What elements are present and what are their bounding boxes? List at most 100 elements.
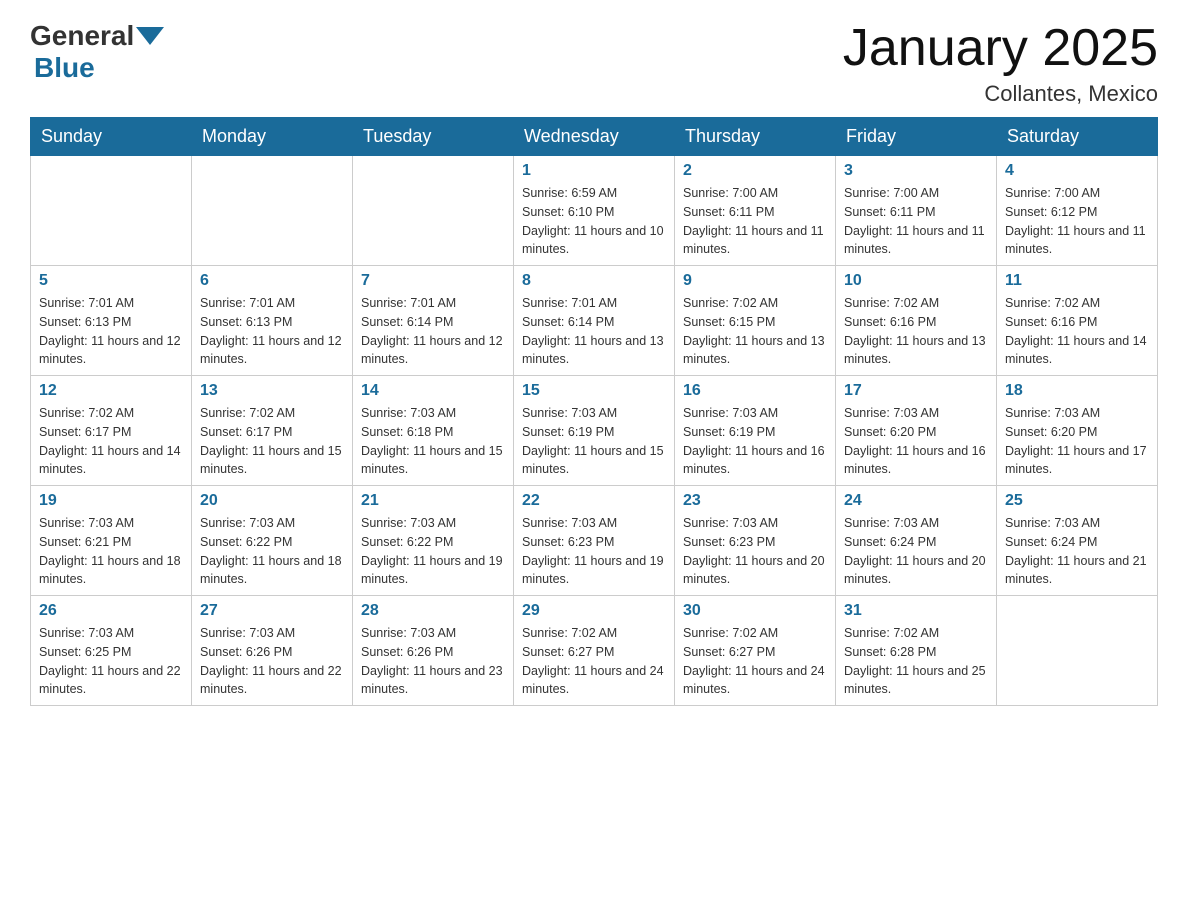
calendar-cell: 16 Sunrise: 7:03 AMSunset: 6:19 PMDayligh…: [675, 376, 836, 486]
cell-day-number: 31: [844, 602, 988, 620]
cell-day-number: 23: [683, 492, 827, 510]
calendar-cell: 4 Sunrise: 7:00 AMSunset: 6:12 PMDaylight…: [997, 156, 1158, 266]
cell-day-number: 25: [1005, 492, 1149, 510]
logo-general-text: General: [30, 20, 134, 52]
logo: General Blue: [30, 20, 166, 84]
calendar-cell: [31, 156, 192, 266]
calendar-cell: 29 Sunrise: 7:02 AMSunset: 6:27 PMDayligh…: [514, 596, 675, 706]
cell-day-number: 6: [200, 272, 344, 290]
logo-triangle-icon: [136, 27, 164, 45]
cell-day-number: 11: [1005, 272, 1149, 290]
cell-sun-info: Sunrise: 7:02 AMSunset: 6:28 PMDaylight:…: [844, 624, 988, 699]
calendar-cell: 17 Sunrise: 7:03 AMSunset: 6:20 PMDayligh…: [836, 376, 997, 486]
col-header-tuesday: Tuesday: [353, 118, 514, 156]
calendar-cell: 13 Sunrise: 7:02 AMSunset: 6:17 PMDayligh…: [192, 376, 353, 486]
cell-sun-info: Sunrise: 7:01 AMSunset: 6:13 PMDaylight:…: [200, 294, 344, 369]
calendar-cell: 2 Sunrise: 7:00 AMSunset: 6:11 PMDaylight…: [675, 156, 836, 266]
cell-day-number: 4: [1005, 162, 1149, 180]
cell-sun-info: Sunrise: 7:00 AMSunset: 6:11 PMDaylight:…: [683, 184, 827, 259]
cell-sun-info: Sunrise: 7:03 AMSunset: 6:20 PMDaylight:…: [1005, 404, 1149, 479]
cell-sun-info: Sunrise: 7:03 AMSunset: 6:26 PMDaylight:…: [200, 624, 344, 699]
calendar-cell: 21 Sunrise: 7:03 AMSunset: 6:22 PMDayligh…: [353, 486, 514, 596]
calendar-week-row: 5 Sunrise: 7:01 AMSunset: 6:13 PMDaylight…: [31, 266, 1158, 376]
calendar-cell: 8 Sunrise: 7:01 AMSunset: 6:14 PMDaylight…: [514, 266, 675, 376]
cell-day-number: 3: [844, 162, 988, 180]
cell-day-number: 19: [39, 492, 183, 510]
calendar-cell: 28Sunrise: 7:03 AMSunset: 6:26 PMDayligh…: [353, 596, 514, 706]
calendar-cell: 3 Sunrise: 7:00 AMSunset: 6:11 PMDaylight…: [836, 156, 997, 266]
cell-day-number: 17: [844, 382, 988, 400]
title-area: January 2025 Collantes, Mexico: [843, 20, 1158, 107]
cell-day-number: 15: [522, 382, 666, 400]
calendar-cell: 30Sunrise: 7:02 AMSunset: 6:27 PMDayligh…: [675, 596, 836, 706]
col-header-friday: Friday: [836, 118, 997, 156]
calendar-cell: 20 Sunrise: 7:03 AMSunset: 6:22 PMDayligh…: [192, 486, 353, 596]
month-title: January 2025: [843, 20, 1158, 77]
cell-sun-info: Sunrise: 7:02 AMSunset: 6:27 PMDaylight:…: [522, 624, 666, 699]
calendar-cell: [997, 596, 1158, 706]
calendar-cell: [192, 156, 353, 266]
col-header-saturday: Saturday: [997, 118, 1158, 156]
calendar-cell: 19Sunrise: 7:03 AMSunset: 6:21 PMDayligh…: [31, 486, 192, 596]
cell-sun-info: Sunrise: 7:01 AMSunset: 6:14 PMDaylight:…: [522, 294, 666, 369]
calendar-cell: 10Sunrise: 7:02 AMSunset: 6:16 PMDayligh…: [836, 266, 997, 376]
cell-sun-info: Sunrise: 7:03 AMSunset: 6:25 PMDaylight:…: [39, 624, 183, 699]
col-header-sunday: Sunday: [31, 118, 192, 156]
calendar-cell: 1Sunrise: 6:59 AMSunset: 6:10 PMDaylight…: [514, 156, 675, 266]
cell-sun-info: Sunrise: 7:03 AMSunset: 6:18 PMDaylight:…: [361, 404, 505, 479]
calendar-cell: 14 Sunrise: 7:03 AMSunset: 6:18 PMDayligh…: [353, 376, 514, 486]
cell-sun-info: Sunrise: 7:03 AMSunset: 6:24 PMDaylight:…: [844, 514, 988, 589]
cell-day-number: 1: [522, 162, 666, 180]
cell-day-number: 9: [683, 272, 827, 290]
cell-sun-info: Sunrise: 7:02 AMSunset: 6:17 PMDaylight:…: [39, 404, 183, 479]
cell-sun-info: Sunrise: 7:03 AMSunset: 6:22 PMDaylight:…: [200, 514, 344, 589]
calendar-table: SundayMondayTuesdayWednesdayThursdayFrid…: [30, 117, 1158, 706]
calendar-header-row: SundayMondayTuesdayWednesdayThursdayFrid…: [31, 118, 1158, 156]
col-header-thursday: Thursday: [675, 118, 836, 156]
calendar-cell: 27 Sunrise: 7:03 AMSunset: 6:26 PMDayligh…: [192, 596, 353, 706]
calendar-cell: 31 Sunrise: 7:02 AMSunset: 6:28 PMDayligh…: [836, 596, 997, 706]
calendar-cell: 7Sunrise: 7:01 AMSunset: 6:14 PMDaylight…: [353, 266, 514, 376]
calendar-week-row: 19Sunrise: 7:03 AMSunset: 6:21 PMDayligh…: [31, 486, 1158, 596]
cell-sun-info: Sunrise: 7:01 AMSunset: 6:13 PMDaylight:…: [39, 294, 183, 369]
cell-sun-info: Sunrise: 7:00 AMSunset: 6:12 PMDaylight:…: [1005, 184, 1149, 259]
cell-day-number: 8: [522, 272, 666, 290]
logo-blue-text: Blue: [34, 52, 95, 83]
calendar-cell: 25Sunrise: 7:03 AMSunset: 6:24 PMDayligh…: [997, 486, 1158, 596]
cell-day-number: 26: [39, 602, 183, 620]
calendar-week-row: 12Sunrise: 7:02 AMSunset: 6:17 PMDayligh…: [31, 376, 1158, 486]
calendar-cell: 9 Sunrise: 7:02 AMSunset: 6:15 PMDaylight…: [675, 266, 836, 376]
cell-sun-info: Sunrise: 7:02 AMSunset: 6:16 PMDaylight:…: [1005, 294, 1149, 369]
cell-day-number: 20: [200, 492, 344, 510]
cell-day-number: 28: [361, 602, 505, 620]
cell-day-number: 30: [683, 602, 827, 620]
cell-sun-info: Sunrise: 7:03 AMSunset: 6:20 PMDaylight:…: [844, 404, 988, 479]
cell-day-number: 16: [683, 382, 827, 400]
cell-day-number: 5: [39, 272, 183, 290]
calendar-cell: 23Sunrise: 7:03 AMSunset: 6:23 PMDayligh…: [675, 486, 836, 596]
cell-sun-info: Sunrise: 7:00 AMSunset: 6:11 PMDaylight:…: [844, 184, 988, 259]
cell-day-number: 18: [1005, 382, 1149, 400]
cell-day-number: 10: [844, 272, 988, 290]
calendar-week-row: 26 Sunrise: 7:03 AMSunset: 6:25 PMDayligh…: [31, 596, 1158, 706]
cell-day-number: 22: [522, 492, 666, 510]
cell-sun-info: Sunrise: 7:03 AMSunset: 6:23 PMDaylight:…: [522, 514, 666, 589]
cell-day-number: 21: [361, 492, 505, 510]
cell-sun-info: Sunrise: 7:02 AMSunset: 6:17 PMDaylight:…: [200, 404, 344, 479]
calendar-cell: 18 Sunrise: 7:03 AMSunset: 6:20 PMDayligh…: [997, 376, 1158, 486]
cell-day-number: 2: [683, 162, 827, 180]
cell-day-number: 29: [522, 602, 666, 620]
cell-sun-info: Sunrise: 7:01 AMSunset: 6:14 PMDaylight:…: [361, 294, 505, 369]
cell-day-number: 13: [200, 382, 344, 400]
calendar-cell: 15Sunrise: 7:03 AMSunset: 6:19 PMDayligh…: [514, 376, 675, 486]
calendar-cell: 5 Sunrise: 7:01 AMSunset: 6:13 PMDaylight…: [31, 266, 192, 376]
cell-day-number: 27: [200, 602, 344, 620]
calendar-cell: [353, 156, 514, 266]
cell-day-number: 14: [361, 382, 505, 400]
cell-sun-info: Sunrise: 7:03 AMSunset: 6:19 PMDaylight:…: [683, 404, 827, 479]
cell-day-number: 24: [844, 492, 988, 510]
location-title: Collantes, Mexico: [843, 81, 1158, 107]
cell-sun-info: Sunrise: 7:03 AMSunset: 6:22 PMDaylight:…: [361, 514, 505, 589]
cell-sun-info: Sunrise: 7:02 AMSunset: 6:15 PMDaylight:…: [683, 294, 827, 369]
calendar-cell: 22 Sunrise: 7:03 AMSunset: 6:23 PMDayligh…: [514, 486, 675, 596]
